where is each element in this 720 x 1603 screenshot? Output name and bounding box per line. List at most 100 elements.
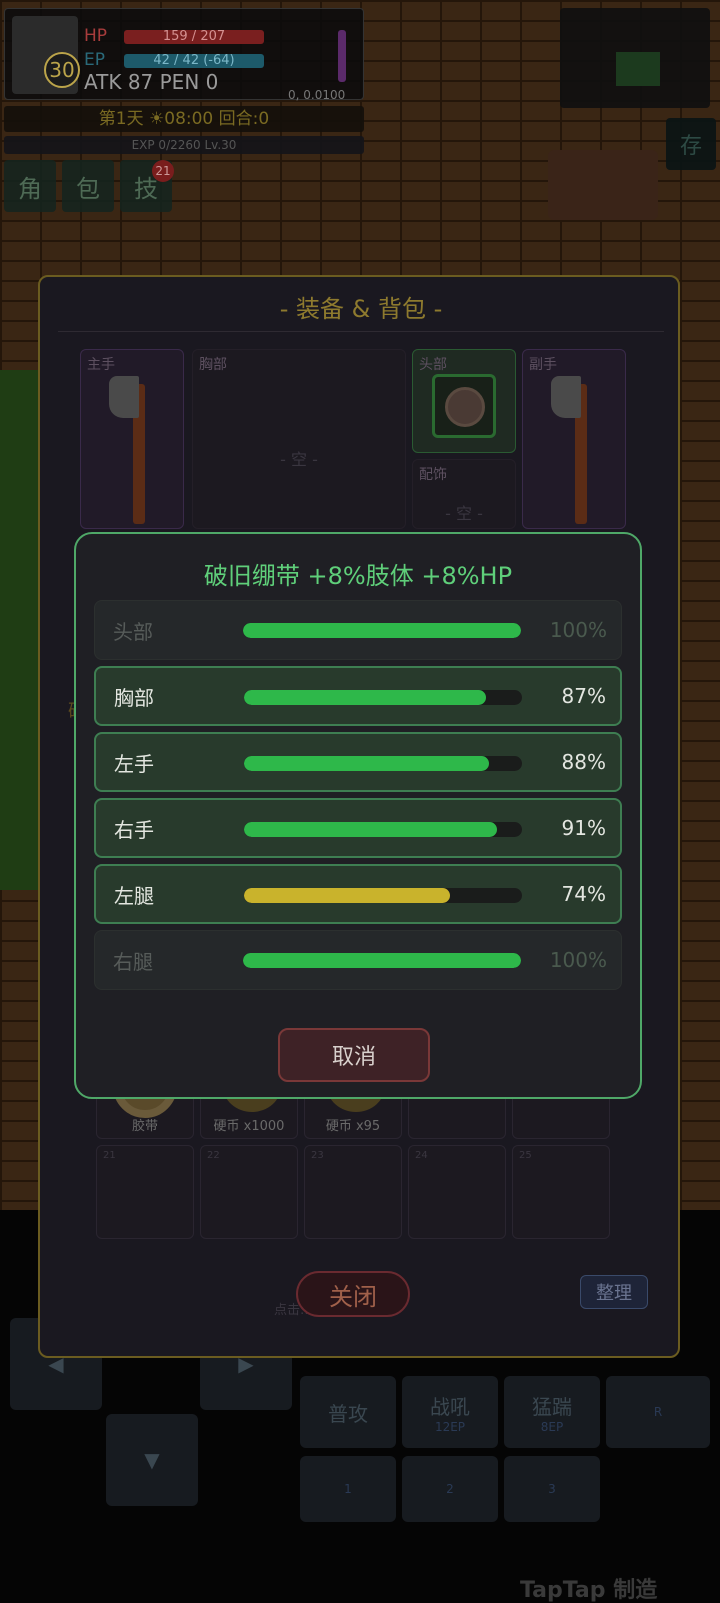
chest-empty-text: - 空 - — [280, 450, 318, 469]
title-divider — [58, 331, 664, 332]
body-part-health-fill — [244, 756, 489, 771]
character-button[interactable]: 角 — [4, 160, 56, 212]
body-part-health-bar — [244, 756, 522, 771]
head-slot[interactable]: 头部 — [412, 349, 516, 453]
quick-slot-3-num: 3 — [548, 1482, 556, 1496]
body-part-left-arm-row[interactable]: 左手 88% — [94, 732, 622, 792]
body-part-name: 胸部 — [114, 685, 154, 710]
body-part-health-bar — [244, 822, 522, 837]
attack-button[interactable]: 普攻 — [300, 1376, 396, 1448]
hp-bar: 159 / 207 — [124, 30, 264, 44]
dialog-title: 破旧绷带 +8%肢体 +8%HP — [203, 562, 513, 590]
body-part-name: 右腿 — [113, 949, 153, 974]
body-part-health-bar — [243, 623, 521, 638]
sort-button[interactable]: 整理 — [580, 1275, 648, 1309]
off-hand-slot[interactable]: 副手 — [522, 349, 626, 529]
save-button[interactable]: 存 — [666, 118, 716, 170]
off-hand-label: 副手 — [529, 357, 557, 373]
skill-e-label: 猛踹 — [532, 1394, 572, 1419]
slot-number: 23 — [311, 1150, 324, 1161]
skill-r-button[interactable]: R — [606, 1376, 710, 1448]
body-part-percent: 87% — [561, 684, 606, 708]
bag-button[interactable]: 包 — [62, 160, 114, 212]
helmet-item — [432, 374, 496, 438]
ep-label: EP — [84, 50, 105, 70]
atk-pen-text: ATK 87 PEN 0 — [84, 70, 219, 94]
quick-slot-2-num: 2 — [446, 1482, 454, 1496]
accessory-slot[interactable]: 配饰 - 空 - — [412, 459, 516, 529]
helmet-icon — [445, 387, 485, 427]
body-part-name: 左手 — [114, 751, 154, 776]
slot-number: 21 — [103, 1150, 116, 1161]
body-part-percent: 91% — [561, 816, 606, 840]
inventory-slot[interactable]: 25 — [512, 1145, 610, 1239]
body-part-right-arm-row[interactable]: 右手 91% — [94, 798, 622, 858]
item-name: 胶带 — [131, 1119, 158, 1134]
slot-number: 24 — [415, 1150, 428, 1161]
chest-slot[interactable]: 胸部 - 空 - — [192, 349, 406, 529]
body-part-name: 头部 — [113, 619, 153, 644]
body-part-health-fill — [243, 953, 521, 968]
body-part-health-fill — [243, 623, 521, 638]
body-part-head-row: 头部 100% — [94, 600, 622, 660]
quick-slot-1[interactable]: 1 — [300, 1456, 396, 1522]
item-name: 硬币 x95 — [325, 1119, 381, 1134]
body-part-health-bar — [244, 888, 522, 903]
skill-q-button[interactable]: 战吼 12EP — [402, 1376, 498, 1448]
main-hand-label: 主手 — [87, 357, 115, 373]
skill-e-cost: 8EP — [540, 1419, 564, 1434]
minimap-room — [616, 52, 660, 86]
energy-gauge — [338, 30, 346, 82]
hp-label: HP — [84, 26, 108, 46]
chest-label: 胸部 — [199, 357, 227, 373]
body-part-percent: 74% — [561, 882, 606, 906]
body-part-name: 左腿 — [114, 883, 154, 908]
item-name: 硬币 x1000 — [213, 1119, 285, 1134]
body-part-health-bar — [244, 690, 522, 705]
bandage-dialog: 破旧绷带 +8%肢体 +8%HP 头部 100% 胸部 87% 左手 88% 右手 91% 左腿… — [74, 532, 642, 1099]
quick-slot-3[interactable]: 3 — [504, 1456, 600, 1522]
axe-head-icon — [551, 376, 581, 418]
day-time-bar: 第1天 ☀08:00 回合:0 — [4, 106, 364, 132]
body-part-name: 右手 — [114, 817, 154, 842]
panel-title: - 装备 & 背包 - — [279, 295, 443, 323]
inventory-slot[interactable]: 23 — [304, 1145, 402, 1239]
ep-bar: 42 / 42 (-64) — [124, 54, 264, 68]
body-part-right-leg-row: 右腿 100% — [94, 930, 622, 990]
body-part-percent: 100% — [549, 618, 607, 642]
accessory-label: 配饰 — [419, 467, 447, 483]
body-part-left-leg-row[interactable]: 左腿 74% — [94, 864, 622, 924]
skill-q-label: 战吼 — [430, 1394, 470, 1419]
coordinate-text: 0, 0.0100 — [288, 88, 346, 102]
body-part-health-fill — [244, 888, 450, 903]
down-arrow-icon: ▼ — [144, 1448, 160, 1472]
skill-count-badge: 21 — [152, 160, 174, 182]
bed-object — [548, 150, 658, 220]
level-badge: 30 — [44, 52, 80, 88]
main-hand-slot[interactable]: 主手 — [80, 349, 184, 529]
slot-number: 22 — [207, 1150, 220, 1161]
cancel-button[interactable]: 取消 — [278, 1028, 430, 1082]
inventory-slot[interactable]: 21 — [96, 1145, 194, 1239]
exp-bar: EXP 0/2260 Lv.30 — [4, 136, 364, 154]
attack-label: 普攻 — [328, 1401, 368, 1426]
taptap-watermark: TapTap 制造 — [520, 1578, 658, 1603]
close-button[interactable]: 关闭 — [296, 1271, 410, 1317]
inventory-slot[interactable]: 24 — [408, 1145, 506, 1239]
slot-number: 25 — [519, 1150, 532, 1161]
body-part-health-bar — [243, 953, 521, 968]
quick-slot-2[interactable]: 2 — [402, 1456, 498, 1522]
body-part-health-fill — [244, 690, 486, 705]
skill-e-button[interactable]: 猛踹 8EP — [504, 1376, 600, 1448]
body-part-percent: 88% — [561, 750, 606, 774]
body-part-chest-row[interactable]: 胸部 87% — [94, 666, 622, 726]
accessory-empty-text: - 空 - — [445, 504, 483, 523]
axe-head-icon — [109, 376, 139, 418]
move-down-button[interactable]: ▼ — [106, 1414, 198, 1506]
skill-q-cost: 12EP — [434, 1419, 466, 1434]
grass-strip — [0, 370, 40, 890]
quick-slot-1-num: 1 — [344, 1482, 352, 1496]
body-part-percent: 100% — [549, 948, 607, 972]
head-label: 头部 — [419, 357, 447, 373]
inventory-slot[interactable]: 22 — [200, 1145, 298, 1239]
